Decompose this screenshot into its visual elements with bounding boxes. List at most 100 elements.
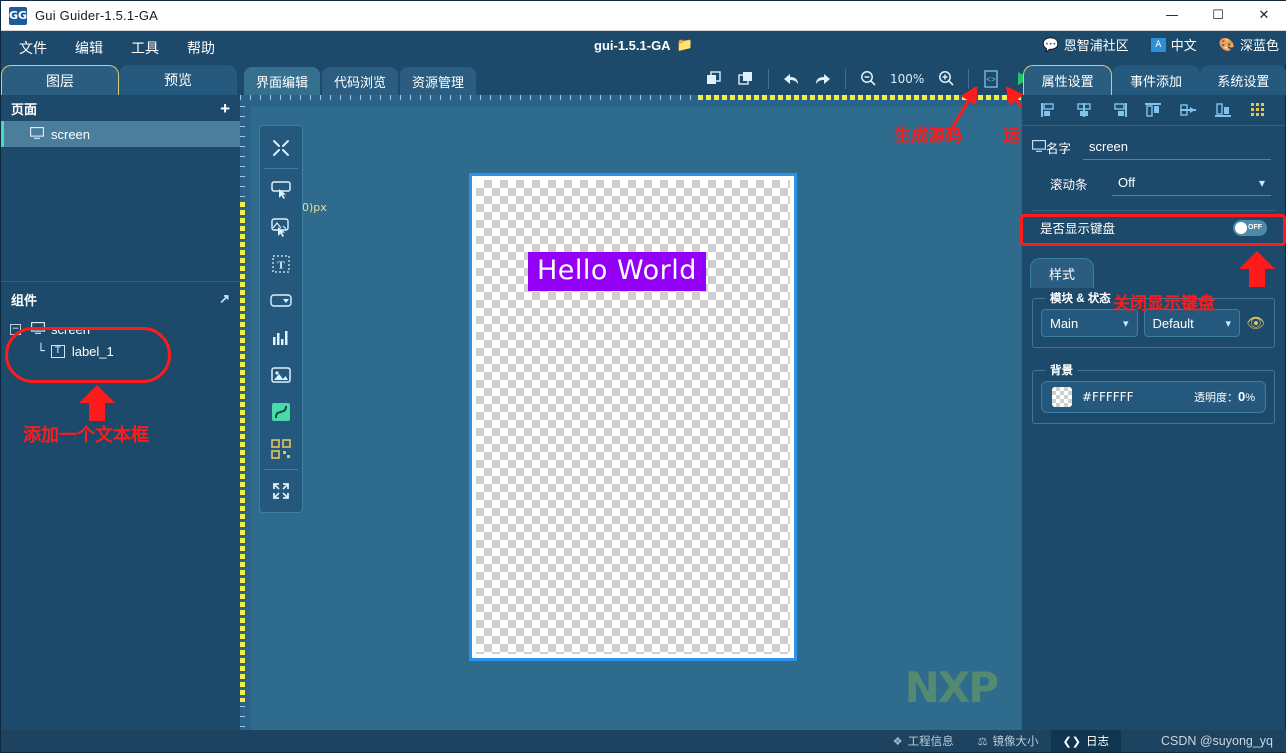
panel-divider: [1, 281, 240, 282]
maximize-button[interactable]: ☐: [1195, 1, 1241, 31]
generate-code-icon[interactable]: <>: [975, 65, 1007, 93]
app-icon: GG: [9, 6, 27, 25]
theme-selector[interactable]: 🎨 深蓝色: [1219, 35, 1279, 54]
toolbar-separator-3: [968, 68, 970, 89]
canvas-tab-bar: 界面编辑 代码浏览 资源管理: [244, 63, 477, 95]
tab-code-browser[interactable]: 代码浏览: [322, 67, 399, 95]
vertical-ruler: [240, 106, 251, 730]
tab-style[interactable]: 样式: [1030, 258, 1095, 288]
background-color-row[interactable]: #FFFFFF 透明度：0%: [1041, 381, 1266, 413]
page-item-label: screen: [51, 126, 91, 142]
toolbar-separator-1: [768, 68, 769, 89]
ruler-highlight-vertical: [240, 202, 245, 702]
animation-widget-icon[interactable]: [260, 393, 302, 430]
status-log[interactable]: ❮❯ 日志: [1050, 730, 1121, 752]
toggle-knob: [1235, 221, 1247, 234]
status-log-label: 日志: [1085, 736, 1109, 748]
label-widget-hello-world[interactable]: Hello World: [528, 252, 706, 291]
left-tab-bar: 图层 预览: [1, 63, 241, 95]
tree-branch-icon: └: [37, 343, 45, 359]
menu-tools[interactable]: 工具: [121, 35, 169, 61]
keyboard-toggle-switch[interactable]: OFF: [1233, 219, 1267, 236]
nxp-logo: NXP: [904, 663, 999, 712]
chart-widget-icon[interactable]: [260, 319, 302, 356]
menu-edit[interactable]: 编辑: [65, 35, 113, 61]
label-widget-icon[interactable]: T: [260, 245, 302, 282]
components-panel-title: 组件: [11, 292, 38, 308]
grid-icon[interactable]: [1247, 100, 1269, 120]
close-button[interactable]: ✕: [1241, 1, 1286, 31]
pages-panel-title: 页面: [11, 101, 38, 117]
undo-icon[interactable]: [775, 65, 807, 93]
menu-file[interactable]: 文件: [9, 35, 57, 61]
qrcode-widget-icon[interactable]: [260, 430, 302, 467]
svg-text:<>: <>: [987, 76, 997, 85]
tab-preview[interactable]: 预览: [119, 65, 237, 95]
button-widget-icon[interactable]: [260, 171, 302, 208]
image-button-widget-icon[interactable]: [260, 208, 302, 245]
chevron-down-icon: ▾: [1258, 175, 1265, 190]
state-value: Default: [1152, 315, 1194, 331]
align-center-icon[interactable]: [1073, 100, 1095, 120]
chevron-down-icon: ▾: [1122, 317, 1129, 330]
tab-ui-editor[interactable]: 界面编辑: [244, 67, 321, 95]
alignment-toolbar: [1022, 95, 1285, 126]
page-item-screen[interactable]: screen: [1, 121, 240, 147]
svg-text:T: T: [277, 259, 285, 271]
folder-icon[interactable]: 📁: [677, 37, 693, 53]
property-scrollbar-row: 滚动条 Off ▾: [1022, 168, 1285, 198]
info-icon: ❖: [892, 735, 903, 748]
image-widget-icon[interactable]: [260, 356, 302, 393]
screen-canvas[interactable]: Hello World: [469, 173, 797, 661]
tree-item-label1[interactable]: └ T label_1: [1, 340, 240, 362]
monitor-icon: [31, 321, 45, 337]
language-selector[interactable]: A 中文: [1150, 35, 1197, 54]
tree-collapse-icon[interactable]: −: [10, 323, 21, 335]
align-bottom-icon[interactable]: [1212, 100, 1234, 120]
zoom-in-icon[interactable]: [930, 65, 962, 93]
eye-icon[interactable]: 👁: [1246, 314, 1266, 332]
plus-icon[interactable]: +: [220, 100, 230, 117]
status-project-info[interactable]: ❖ 工程信息: [881, 730, 966, 752]
widget-separator: [264, 469, 298, 470]
canvas-area: (320/480)px T: [240, 95, 1028, 730]
paste-icon[interactable]: [730, 65, 762, 93]
status-bar: ❖ 工程信息 ⚖ 镜像大小 ❮❯ 日志 CSDN @suyong_yq: [1, 730, 1286, 752]
style-tab-row: 样式: [1022, 258, 1285, 288]
zoom-level[interactable]: 100%: [884, 72, 930, 86]
tree-item-label: screen: [51, 321, 91, 337]
keyboard-toggle-row: 是否显示键盘 OFF: [1032, 210, 1275, 244]
monitor-icon: [30, 126, 44, 142]
copy-icon[interactable]: [698, 65, 730, 93]
drag-tool-icon[interactable]: [260, 129, 302, 166]
fullscreen-tool-icon[interactable]: [260, 472, 302, 509]
align-top-icon[interactable]: [1142, 100, 1164, 120]
align-middle-icon[interactable]: [1177, 100, 1199, 120]
status-image-size[interactable]: ⚖ 镜像大小: [966, 730, 1051, 752]
minimize-button[interactable]: —: [1149, 1, 1195, 31]
tree-item-screen[interactable]: − screen: [1, 318, 240, 340]
menu-help[interactable]: 帮助: [177, 35, 225, 61]
chat-icon: 💬: [1042, 36, 1059, 52]
tree-item-label: label_1: [71, 343, 114, 359]
align-right-icon[interactable]: [1108, 100, 1130, 120]
tab-event-add[interactable]: 事件添加: [1112, 65, 1200, 95]
tab-resource-manager[interactable]: 资源管理: [400, 67, 477, 95]
zoom-out-icon[interactable]: [852, 65, 884, 93]
property-name-input[interactable]: [1083, 134, 1271, 160]
tab-layers[interactable]: 图层: [1, 65, 119, 95]
tab-property-settings[interactable]: 属性设置: [1023, 65, 1113, 95]
dropdown-widget-icon[interactable]: [260, 282, 302, 319]
toolbar-separator-2: [845, 68, 846, 89]
window-controls: — ☐ ✕: [1149, 1, 1286, 31]
external-link-icon[interactable]: ↗: [219, 291, 230, 307]
align-left-icon[interactable]: [1038, 100, 1060, 120]
color-swatch[interactable]: [1052, 387, 1072, 407]
redo-icon[interactable]: [807, 65, 839, 93]
window-title: Gui Guider-1.5.1-GA: [35, 8, 159, 23]
watermark: CSDN @suyong_yq: [1160, 734, 1273, 748]
property-scrollbar-select[interactable]: Off ▾: [1112, 170, 1271, 196]
community-label: 恩智浦社区: [1063, 38, 1129, 53]
community-link[interactable]: 💬 恩智浦社区: [1043, 35, 1129, 54]
tab-system-settings[interactable]: 系统设置: [1199, 65, 1286, 95]
